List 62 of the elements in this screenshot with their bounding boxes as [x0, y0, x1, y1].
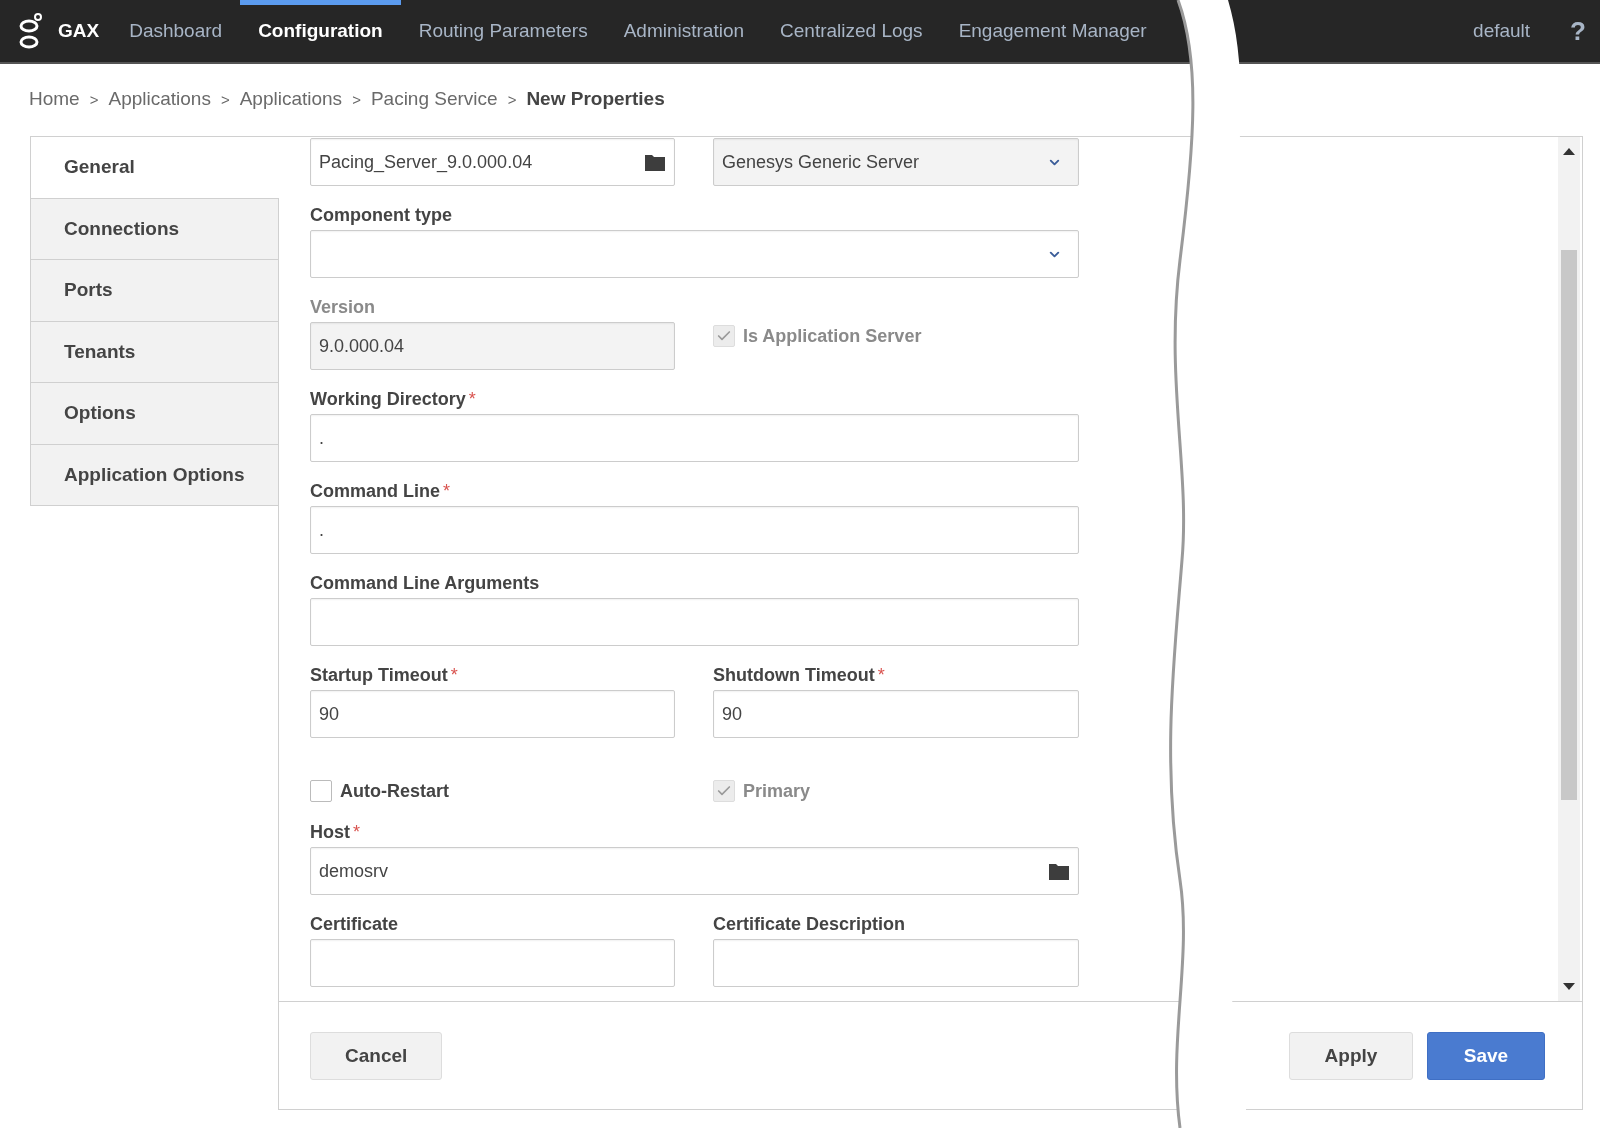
logo-icon [18, 12, 44, 50]
secondary-button[interactable]: Cancel [310, 1031, 443, 1080]
required-mark: * [468, 388, 476, 410]
breadcrumb-link[interactable]: Pacing Service [370, 88, 498, 110]
brand-name: GAX [58, 20, 100, 42]
sidebar-tab[interactable]: Connections [31, 198, 278, 260]
nav-tab[interactable]: Dashboard [111, 0, 241, 62]
nav-tab[interactable]: Configuration [240, 0, 401, 62]
nav-tab[interactable]: Routing Parameters [400, 0, 606, 62]
scroll-down-icon[interactable] [1563, 983, 1575, 991]
required-mark: * [450, 664, 458, 686]
checkbox-label: Auto-Restart [340, 780, 449, 802]
nav-tab[interactable]: Engagement Manager [940, 0, 1165, 62]
input-field[interactable]: . [310, 506, 1079, 554]
current-page-title: New Properties [526, 88, 665, 110]
field-label: Certificate Description [713, 913, 906, 935]
sidebar-tab[interactable]: General [31, 137, 279, 199]
nav-tab[interactable]: Administration [605, 0, 763, 62]
field-label: Command Line [310, 480, 440, 502]
input-field[interactable]: demosrv [310, 847, 1079, 895]
field-label: Shutdown Timeout [713, 664, 875, 686]
breadcrumb-link[interactable]: Applications [239, 88, 343, 110]
field-label: Host [310, 821, 350, 843]
sidebar-tab[interactable]: Options [31, 383, 278, 445]
checkbox-label: Primary [743, 780, 811, 802]
scroll-up-icon[interactable] [1563, 147, 1575, 155]
input-field[interactable]: 90 [310, 690, 675, 738]
field-label: Version [310, 296, 376, 318]
breadcrumb-link[interactable]: Applications [108, 88, 211, 110]
required-mark: * [443, 480, 451, 502]
input-field[interactable]: 90 [713, 690, 1079, 738]
field-label: Certificate [310, 913, 399, 935]
input-field[interactable] [310, 598, 1079, 646]
nav-tab[interactable]: Centralized Logs [762, 0, 941, 62]
help-link[interactable]: ? [1570, 15, 1586, 47]
user-menu[interactable]: default [1473, 20, 1531, 42]
input-field[interactable] [310, 939, 675, 987]
secondary-button[interactable]: Apply [1289, 1031, 1413, 1080]
folder-icon[interactable] [644, 152, 666, 172]
breadcrumb-separator: > [220, 90, 230, 108]
checkbox[interactable] [310, 780, 332, 802]
required-mark: * [353, 821, 360, 843]
checkbox-label: Is Application Server [743, 325, 922, 347]
field-label: Working Directory [310, 388, 466, 410]
input-field[interactable]: Pacing_Server_9.0.000.04 [310, 138, 675, 186]
dropdown-field[interactable] [310, 230, 1079, 278]
breadcrumb-separator: > [507, 90, 517, 108]
sidebar-tab[interactable]: Application Options [31, 444, 278, 506]
primary-button[interactable]: Save [1427, 1031, 1545, 1080]
breadcrumb-separator: > [89, 90, 99, 108]
breadcrumb-link[interactable]: Home [29, 88, 80, 110]
field-label: Component type [310, 204, 452, 226]
folder-icon[interactable] [1048, 861, 1070, 881]
sidebar-tab[interactable]: Tenants [31, 321, 278, 383]
scrollbar[interactable] [1558, 137, 1580, 1001]
sidebar-tab[interactable]: Ports [31, 260, 278, 322]
input-field[interactable] [713, 939, 1079, 987]
input-field[interactable]: . [310, 414, 1079, 462]
required-mark: * [877, 664, 885, 686]
field-label: Command Line Arguments [310, 572, 540, 594]
field-label: Startup Timeout [310, 664, 448, 686]
breadcrumb-separator: > [352, 90, 361, 108]
